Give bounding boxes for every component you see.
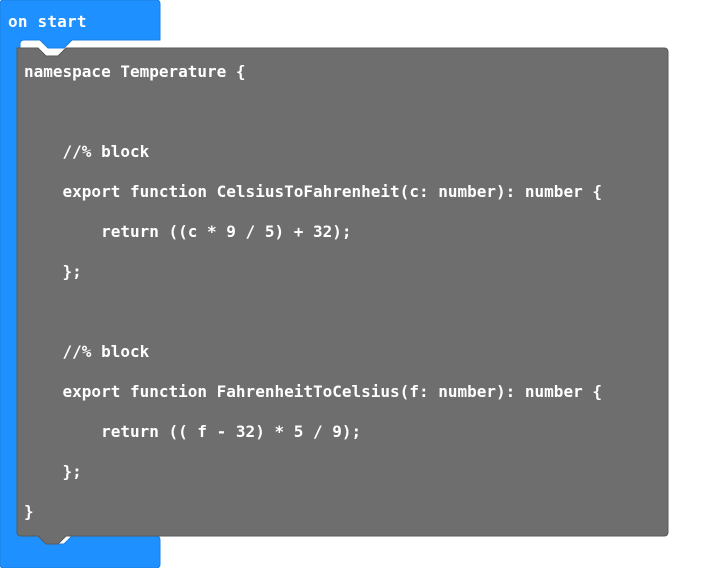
code-line: } bbox=[24, 502, 34, 521]
code-line: //% block bbox=[24, 342, 150, 361]
code-line: return ((c * 9 / 5) + 32); bbox=[24, 222, 352, 241]
code-line: namespace Temperature { bbox=[24, 62, 246, 81]
code-line: //% block bbox=[24, 142, 150, 161]
code-line: export function CelsiusToFahrenheit(c: n… bbox=[24, 182, 602, 201]
code-editor-text[interactable]: namespace Temperature { //% block export… bbox=[24, 0, 664, 521]
blocks-workspace: on start namespace Temperature { //% blo… bbox=[0, 0, 720, 568]
code-line: }; bbox=[24, 262, 82, 281]
code-line: export function FahrenheitToCelsius(f: n… bbox=[24, 382, 602, 401]
code-line: }; bbox=[24, 462, 82, 481]
code-line: return (( f - 32) * 5 / 9); bbox=[24, 422, 362, 441]
